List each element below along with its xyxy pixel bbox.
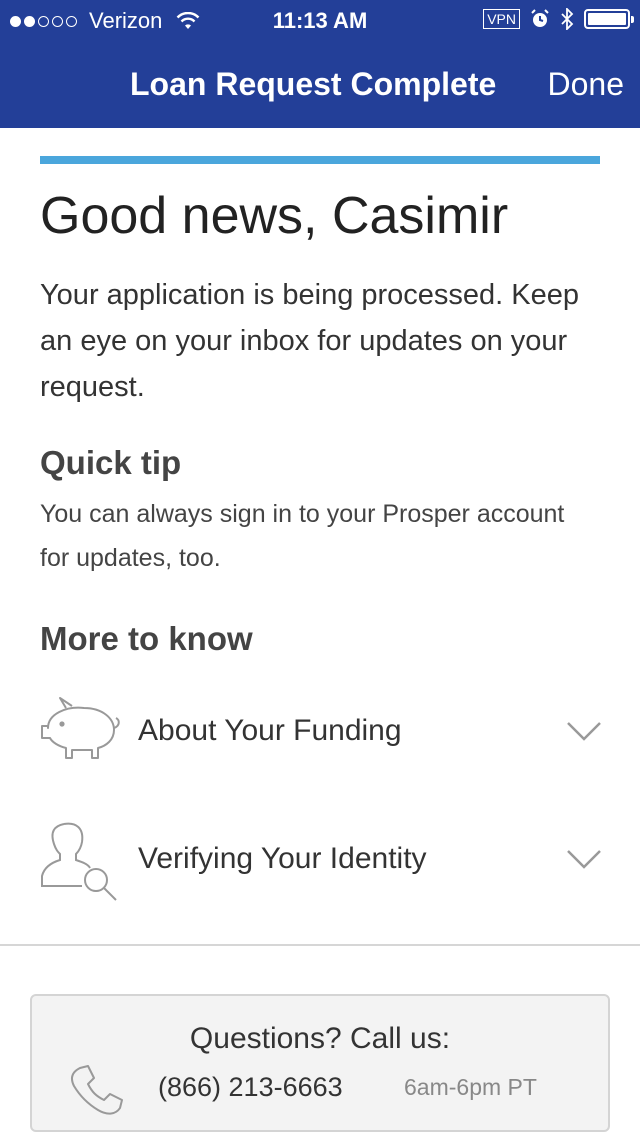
contact-question: Questions? Call us: — [189, 1022, 451, 1055]
nav-title: Loan Request Complete — [130, 66, 497, 102]
piggy-bank-icon — [41, 697, 120, 759]
page-headline: Good news, Casimir — [40, 187, 509, 245]
lead-paragraph: Your application is being processed. Kee… — [40, 279, 580, 403]
user-search-icon — [41, 822, 117, 901]
support-hours: 6am-6pm PT — [404, 1074, 537, 1100]
bluetooth-icon — [561, 8, 574, 30]
accordion-item-identity[interactable]: Verifying Your Identity — [36, 814, 604, 904]
accordion-label: Verifying Your Identity — [138, 842, 427, 875]
accordion-item-funding[interactable]: About Your Funding — [36, 686, 604, 776]
alarm-icon — [531, 9, 549, 27]
accordion-label: About Your Funding — [138, 714, 402, 747]
quick-tip-heading: Quick tip — [40, 444, 182, 481]
phone-icon — [71, 1065, 123, 1115]
status-right: VPN — [483, 8, 634, 30]
contact-box[interactable]: Questions? Call us: (866) 213-6663 6am-6… — [30, 994, 610, 1132]
status-bar: Verizon 11:13 AM VPN — [0, 0, 640, 40]
phone-number-link[interactable]: (866) 213-6663 — [158, 1072, 343, 1103]
app-header: Verizon 11:13 AM VPN Loan Request Comple… — [0, 0, 640, 128]
section-divider — [0, 944, 640, 946]
chevron-down-icon — [567, 850, 601, 869]
quick-tip-text: You can always sign in to your Prosper a… — [40, 500, 565, 572]
more-to-know-heading: More to know — [40, 620, 253, 657]
accent-bar — [40, 156, 600, 164]
battery-icon — [584, 9, 634, 29]
vpn-badge: VPN — [483, 9, 520, 29]
done-button[interactable]: Done — [548, 66, 625, 103]
chevron-down-icon — [567, 722, 601, 741]
